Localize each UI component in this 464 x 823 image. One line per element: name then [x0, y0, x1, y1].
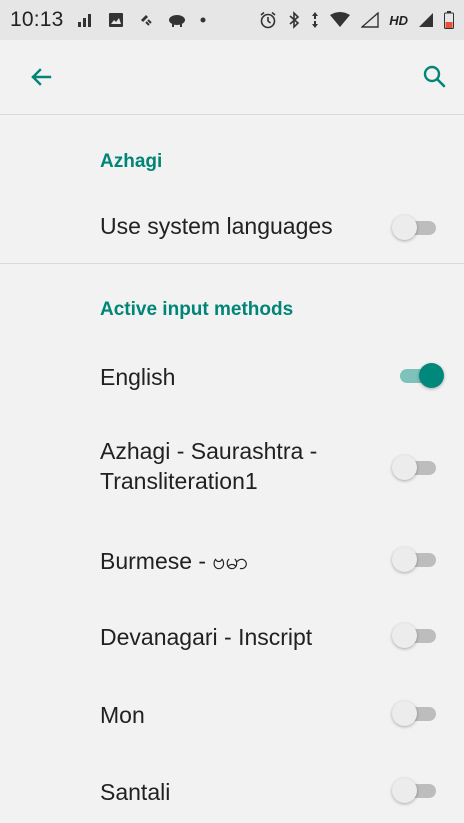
use-system-languages-switch[interactable]	[392, 214, 444, 242]
app-bar	[0, 40, 464, 115]
arrow-left-icon	[31, 68, 52, 86]
mon-switch[interactable]	[392, 700, 444, 728]
input-method-label: Devanagari - Inscript	[100, 624, 313, 650]
status-notification-icons	[77, 12, 206, 28]
input-method-row-burmese[interactable]: Burmese - ဗမာ	[0, 530, 464, 590]
satellite-icon	[138, 12, 154, 28]
hd-label: HD	[389, 12, 408, 28]
signal-icon	[361, 12, 379, 28]
alarm-icon	[259, 11, 277, 29]
input-method-row-devanagari[interactable]: Devanagari - Inscript	[0, 606, 464, 666]
signal-icon	[418, 12, 434, 28]
switch-thumb	[392, 215, 417, 240]
pref-row-use-system-languages[interactable]: Use system languages	[0, 200, 464, 256]
english-switch[interactable]	[392, 362, 444, 390]
pref-label: Use system languages	[100, 213, 333, 239]
dot-icon	[200, 17, 206, 23]
devanagari-switch[interactable]	[392, 622, 444, 650]
section-header-azhagi: Azhagi	[100, 151, 163, 172]
input-method-row-english[interactable]: English	[0, 346, 464, 406]
burmese-switch[interactable]	[392, 546, 444, 574]
switch-thumb	[392, 455, 417, 480]
section-header-active-input-methods: Active input methods	[100, 299, 294, 320]
input-method-row-mon[interactable]: Mon	[0, 684, 464, 744]
divider	[0, 263, 464, 264]
input-method-label: English	[100, 364, 176, 390]
input-method-label: Azhagi - Saurashtra - Transliteration1	[100, 438, 318, 494]
data-arrows-icon	[311, 11, 319, 29]
switch-thumb	[392, 701, 417, 726]
santali-switch[interactable]	[392, 777, 444, 805]
input-method-row-saurashtra[interactable]: Azhagi - Saurashtra - Transliteration1	[0, 430, 464, 510]
input-method-label: Santali	[100, 779, 171, 805]
switch-thumb	[419, 363, 444, 388]
input-method-label: Mon	[100, 702, 145, 728]
switch-thumb	[392, 623, 417, 648]
image-icon	[108, 12, 124, 28]
input-method-label: Burmese - ဗမာ	[100, 548, 249, 574]
switch-thumb	[392, 778, 417, 803]
wifi-icon	[329, 12, 351, 28]
status-bar: 10:13 HD	[0, 0, 464, 40]
switch-thumb	[392, 547, 417, 572]
saurashtra-switch[interactable]	[392, 454, 444, 482]
status-time: 10:13	[10, 8, 64, 31]
signal-bars-icon	[77, 13, 94, 27]
bluetooth-icon	[287, 11, 301, 29]
input-method-row-santali[interactable]: Santali	[0, 761, 464, 821]
status-system-icons: HD	[259, 11, 454, 29]
search-icon	[423, 65, 446, 88]
cloud-icon	[168, 13, 186, 27]
battery-icon	[444, 11, 454, 29]
search-button[interactable]	[420, 62, 450, 92]
back-button[interactable]	[26, 62, 56, 92]
